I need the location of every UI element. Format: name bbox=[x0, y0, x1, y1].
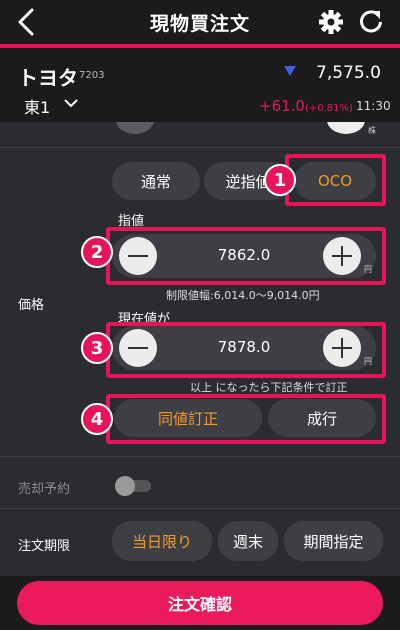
divider bbox=[0, 147, 400, 148]
callout-badge-1: 1 bbox=[264, 164, 296, 196]
price-time: 11:30 bbox=[356, 99, 391, 113]
sell-reservation-toggle[interactable] bbox=[115, 476, 151, 496]
divider bbox=[0, 508, 400, 509]
gear-icon[interactable] bbox=[318, 9, 344, 35]
chevron-down-icon[interactable] bbox=[64, 98, 78, 108]
toggle-knob bbox=[115, 476, 135, 496]
expiry-period-button[interactable]: 期間指定 bbox=[284, 521, 383, 561]
quantity-plus-button[interactable] bbox=[327, 122, 365, 134]
callout-badge-4: 4 bbox=[81, 403, 113, 435]
expiry-weekend-button[interactable]: 週末 bbox=[218, 521, 278, 561]
current-price: 7,575.0 bbox=[316, 63, 381, 83]
price-change: +61.0(+0.81%) bbox=[259, 97, 353, 115]
price-change-value: +61.0 bbox=[259, 97, 305, 115]
market-select[interactable]: 東1 bbox=[24, 94, 50, 118]
refresh-icon[interactable] bbox=[358, 9, 384, 35]
quantity-row-partial: 株 bbox=[0, 122, 400, 134]
callout-box-4 bbox=[106, 394, 386, 444]
callout-badge-3: 3 bbox=[81, 332, 113, 364]
page-title: 現物買注文 bbox=[149, 12, 250, 35]
callout-box-2 bbox=[106, 227, 386, 285]
expiry-label: 注文期限 bbox=[18, 539, 71, 554]
order-confirm-button[interactable]: 注文確認 bbox=[17, 581, 383, 625]
app-header: 現物買注文 bbox=[0, 0, 400, 44]
quantity-minus-button[interactable] bbox=[116, 122, 154, 134]
footer-bar: 注文確認 bbox=[0, 576, 400, 630]
limit-range-note: 制限値幅:6,014.0〜9,014.0円 bbox=[166, 289, 320, 302]
sell-reservation-label: 売却予約 bbox=[18, 482, 71, 497]
quantity-unit: 株 bbox=[368, 126, 376, 134]
callout-box-3 bbox=[106, 322, 386, 378]
price-change-pct: (+0.81%) bbox=[304, 103, 353, 114]
order-type-normal[interactable]: 通常 bbox=[112, 162, 200, 200]
stock-name: トヨタ bbox=[18, 66, 78, 90]
stock-code: 7203 bbox=[79, 70, 105, 81]
callout-box-1 bbox=[285, 154, 386, 206]
callout-badge-2: 2 bbox=[81, 236, 113, 268]
trigger-condition-note: 以上 になったら下記条件で訂正 bbox=[190, 381, 348, 394]
expiry-today-button[interactable]: 当日限り bbox=[112, 521, 212, 561]
price-section-label: 価格 bbox=[18, 298, 45, 313]
price-down-icon bbox=[284, 66, 296, 76]
divider bbox=[0, 456, 400, 457]
stock-info: トヨタ 7203 7,575.0 東1 +61.0(+0.81%) 11:30 bbox=[0, 48, 400, 122]
back-arrow-icon[interactable] bbox=[14, 8, 40, 36]
order-form: 株 通常 逆指値 OCO 1 価格 指値 7862.0 円 2 制限値幅:6,0… bbox=[0, 122, 400, 576]
